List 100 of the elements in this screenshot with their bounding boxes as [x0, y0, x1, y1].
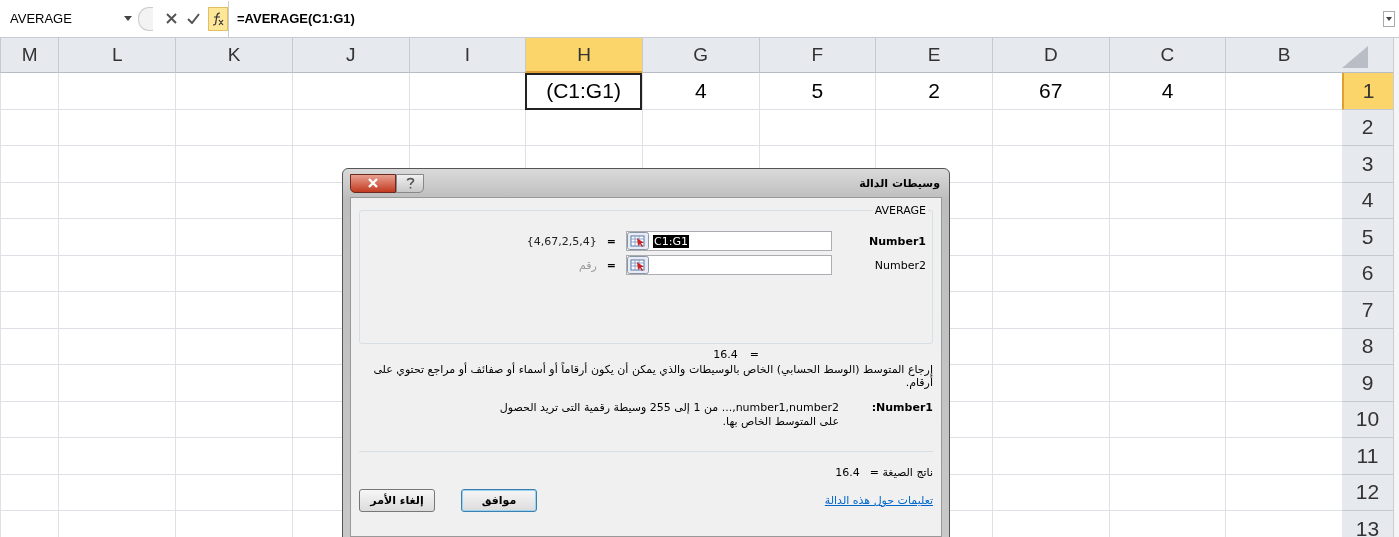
- splitter-handle[interactable]: [138, 6, 153, 31]
- table-cell[interactable]: [1225, 255, 1342, 292]
- table-cell[interactable]: [0, 438, 59, 475]
- table-cell[interactable]: [991, 474, 1109, 511]
- argument-field[interactable]: C1:G1: [626, 231, 832, 251]
- row-header[interactable]: 6: [1342, 255, 1393, 292]
- table-cell[interactable]: [58, 182, 176, 219]
- cancel-button[interactable]: إلغاء الأمر: [359, 489, 435, 512]
- table-cell[interactable]: [1225, 219, 1342, 256]
- table-cell[interactable]: [525, 109, 642, 146]
- table-cell[interactable]: [1225, 401, 1342, 438]
- row-header[interactable]: 7: [1342, 292, 1393, 329]
- column-header[interactable]: M: [0, 38, 59, 73]
- table-cell[interactable]: [1108, 474, 1226, 511]
- table-cell[interactable]: [175, 438, 292, 475]
- table-cell[interactable]: [58, 328, 176, 365]
- table-cell[interactable]: [58, 255, 176, 292]
- select-all-button[interactable]: [1342, 38, 1393, 73]
- column-header[interactable]: I: [408, 38, 526, 73]
- table-cell[interactable]: [1108, 219, 1226, 256]
- ok-button[interactable]: موافق: [461, 489, 537, 512]
- table-cell[interactable]: [58, 438, 176, 475]
- table-cell[interactable]: [1108, 438, 1226, 475]
- table-cell[interactable]: [0, 182, 59, 219]
- table-cell[interactable]: [175, 292, 292, 329]
- table-cell[interactable]: [1225, 146, 1342, 183]
- table-cell[interactable]: [1225, 182, 1342, 219]
- table-cell[interactable]: [0, 328, 59, 365]
- column-header[interactable]: D: [991, 38, 1109, 73]
- table-cell[interactable]: [0, 109, 59, 146]
- table-cell[interactable]: [875, 109, 992, 146]
- table-cell[interactable]: [1108, 109, 1226, 146]
- column-header[interactable]: B: [1225, 38, 1342, 73]
- table-cell[interactable]: [175, 328, 292, 365]
- table-cell[interactable]: [58, 292, 176, 329]
- table-cell[interactable]: [1225, 109, 1342, 146]
- table-cell[interactable]: [1225, 328, 1342, 365]
- table-cell[interactable]: [58, 146, 176, 183]
- table-cell[interactable]: 4: [1108, 73, 1226, 110]
- table-cell[interactable]: [58, 109, 176, 146]
- table-cell[interactable]: [0, 401, 59, 438]
- expand-icon[interactable]: [1383, 10, 1395, 27]
- table-cell[interactable]: [758, 109, 876, 146]
- table-cell[interactable]: 5: [758, 73, 876, 110]
- table-cell[interactable]: [175, 401, 292, 438]
- table-cell[interactable]: [991, 255, 1109, 292]
- table-cell[interactable]: [175, 219, 292, 256]
- table-cell[interactable]: [991, 401, 1109, 438]
- table-cell[interactable]: [991, 182, 1109, 219]
- table-cell[interactable]: [175, 182, 292, 219]
- column-header[interactable]: L: [58, 38, 176, 73]
- table-cell[interactable]: [58, 219, 176, 256]
- table-cell[interactable]: [991, 292, 1109, 329]
- scrollbar[interactable]: [1393, 38, 1399, 537]
- table-cell[interactable]: [641, 109, 759, 146]
- row-header[interactable]: 3: [1342, 146, 1393, 183]
- table-cell[interactable]: [175, 109, 292, 146]
- row-header[interactable]: 10: [1342, 401, 1393, 438]
- table-cell[interactable]: (C1:G1): [525, 73, 642, 110]
- check-icon[interactable]: [187, 13, 200, 24]
- range-select-icon[interactable]: [627, 256, 649, 274]
- table-cell[interactable]: [175, 365, 292, 402]
- row-header[interactable]: 13: [1342, 511, 1393, 537]
- row-header[interactable]: 8: [1342, 328, 1393, 365]
- table-cell[interactable]: [1108, 255, 1226, 292]
- table-cell[interactable]: [1225, 365, 1342, 402]
- table-cell[interactable]: [0, 292, 59, 329]
- table-cell[interactable]: [1108, 401, 1226, 438]
- table-cell[interactable]: 4: [641, 73, 759, 110]
- table-cell[interactable]: [1108, 146, 1226, 183]
- table-cell[interactable]: [991, 146, 1109, 183]
- range-select-icon[interactable]: [627, 232, 649, 250]
- formula-field[interactable]: =AVERAGE(C1:G1): [228, 0, 1379, 37]
- table-cell[interactable]: [1108, 365, 1226, 402]
- row-header[interactable]: 12: [1342, 474, 1393, 511]
- table-cell[interactable]: [1225, 438, 1342, 475]
- row-header[interactable]: 2: [1342, 109, 1393, 146]
- table-cell[interactable]: [0, 146, 59, 183]
- table-cell[interactable]: 2: [875, 73, 992, 110]
- caret-icon[interactable]: [124, 16, 132, 21]
- table-cell[interactable]: [1225, 292, 1342, 329]
- table-cell[interactable]: [0, 73, 59, 110]
- table-cell[interactable]: [991, 365, 1109, 402]
- row-header[interactable]: 4: [1342, 182, 1393, 219]
- table-cell[interactable]: [0, 255, 59, 292]
- table-cell[interactable]: [58, 73, 176, 110]
- row-header[interactable]: 9: [1342, 365, 1393, 402]
- column-header[interactable]: J: [291, 38, 409, 73]
- column-header[interactable]: F: [758, 38, 876, 73]
- table-cell[interactable]: [991, 219, 1109, 256]
- help-button[interactable]: [396, 173, 424, 193]
- table-cell[interactable]: [291, 73, 409, 110]
- column-header[interactable]: K: [175, 38, 292, 73]
- table-cell[interactable]: [1108, 328, 1226, 365]
- column-header[interactable]: G: [641, 38, 759, 73]
- insert-function-button[interactable]: [208, 6, 228, 31]
- cancel-icon[interactable]: [166, 13, 177, 24]
- table-cell[interactable]: [58, 401, 176, 438]
- table-cell[interactable]: [0, 474, 59, 511]
- table-cell[interactable]: [408, 109, 526, 146]
